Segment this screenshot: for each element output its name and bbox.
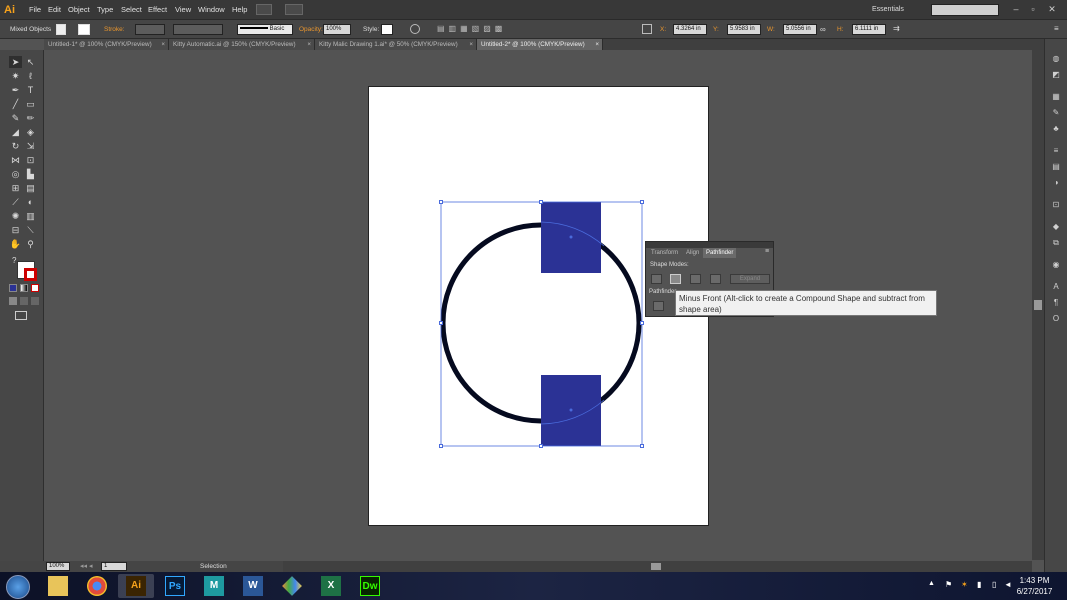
opentype-icon[interactable]: O	[1050, 314, 1062, 324]
swatches-icon[interactable]: ▦	[1050, 92, 1062, 102]
selection-handle-tc[interactable]	[539, 200, 543, 204]
taskbar-clock[interactable]: 1:43 PM 6/27/2017	[1012, 575, 1057, 597]
artboard-number-field[interactable]: 1	[101, 562, 127, 571]
tab-transform[interactable]: Transform	[648, 248, 681, 258]
clock-date: 6/27/2017	[1016, 587, 1053, 596]
unite-button[interactable]	[651, 274, 662, 284]
status-tool-label: Selection	[200, 563, 227, 570]
maya-taskbar-icon[interactable]: M	[196, 574, 232, 598]
illustrator-taskbar-icon[interactable]: Ai	[118, 574, 154, 598]
close-tab-icon[interactable]: ×	[595, 39, 599, 50]
symbols-icon[interactable]: ♣	[1050, 124, 1062, 134]
selection-handle-br[interactable]	[640, 444, 644, 448]
stroke-panel-icon[interactable]: ≡	[1050, 146, 1062, 156]
exclude-button[interactable]	[710, 274, 721, 284]
selection-handle-tl[interactable]	[439, 200, 443, 204]
selection-handle-ml[interactable]	[439, 321, 443, 325]
paragraph-icon[interactable]: ¶	[1050, 298, 1062, 308]
close-tab-icon[interactable]: ×	[307, 39, 311, 50]
vertical-scrollbar[interactable]	[1032, 50, 1044, 560]
network-icon[interactable]: ▯	[992, 580, 1002, 590]
top-rectangle-center-point	[569, 235, 573, 239]
selection-handle-mr[interactable]	[640, 321, 644, 325]
close-tab-icon[interactable]: ×	[161, 39, 165, 50]
tab-label: Kitty Malic Drawing 1.ai* @ 50% (CMYK/Pr…	[319, 41, 458, 48]
artboards-icon[interactable]: ⧉	[1050, 238, 1062, 248]
diamond-app-taskbar-icon[interactable]	[274, 574, 310, 598]
word-taskbar-icon[interactable]: W	[235, 574, 271, 598]
tab-kitty-automatic[interactable]: Kitty Automatic.ai @ 150% (CMYK/Preview)…	[169, 39, 315, 50]
character-icon[interactable]: A	[1050, 282, 1062, 292]
tab-label: Untitled-1* @ 100% (CMYK/Preview)	[48, 41, 152, 48]
action-center-flag-icon[interactable]: ⚑	[945, 580, 955, 590]
selection-handle-tr[interactable]	[640, 200, 644, 204]
explorer-taskbar-icon[interactable]	[40, 574, 76, 598]
minus-front-tooltip: Minus Front (Alt-click to create a Compo…	[675, 290, 937, 316]
dreamweaver-taskbar-icon[interactable]: Dw	[352, 574, 388, 598]
selection-handle-bc[interactable]	[539, 444, 543, 448]
color-guide-icon[interactable]: ◍	[1050, 54, 1062, 64]
close-tab-icon[interactable]: ×	[469, 39, 473, 50]
transparency-icon[interactable]: ◑	[1050, 178, 1062, 188]
tab-pathfinder[interactable]: Pathfinder	[703, 248, 737, 258]
divide-button[interactable]	[653, 301, 664, 311]
pathfinders-label: Pathfinder	[649, 289, 677, 295]
power-icon[interactable]: ▮	[977, 580, 987, 590]
tray-app-icon[interactable]: ✶	[961, 580, 971, 590]
status-bar: 100% ◂◂ ◂ 1 Selection	[0, 561, 283, 572]
photoshop-taskbar-icon[interactable]: Ps	[157, 574, 193, 598]
tab-untitled-1[interactable]: Untitled-1* @ 100% (CMYK/Preview) ×	[44, 39, 169, 50]
intersect-button[interactable]	[690, 274, 701, 284]
horizontal-scrollbar[interactable]	[283, 561, 1032, 572]
artboard-prev-icons[interactable]: ◂◂ ◂	[80, 561, 100, 572]
color-panel-icon[interactable]: ◩	[1050, 70, 1062, 80]
gradient-panel-icon[interactable]: ▤	[1050, 162, 1062, 172]
windows-taskbar: Ai Ps M W X Dw ▲ ⚑ ✶ ▮ ▯ ◄	[0, 572, 1067, 600]
panel-menu-icon[interactable]: ≡	[765, 248, 773, 258]
appearance-icon[interactable]: ⊡	[1050, 200, 1062, 210]
pathfinder-dock-icon[interactable]: ◉	[1050, 260, 1062, 270]
zoom-field[interactable]: 100%	[46, 562, 70, 571]
show-hidden-icons[interactable]: ▲	[928, 580, 936, 590]
chrome-taskbar-icon[interactable]	[79, 574, 115, 598]
bottom-rectangle-center-point	[569, 408, 573, 412]
shape-modes-label: Shape Modes:	[650, 262, 689, 268]
layers-icon[interactable]: ◆	[1050, 222, 1062, 232]
tab-align[interactable]: Align	[683, 248, 702, 258]
horizontal-scroll-thumb[interactable]	[651, 563, 661, 570]
expand-button[interactable]: Expand	[730, 274, 770, 284]
selection-handle-bl[interactable]	[439, 444, 443, 448]
excel-taskbar-icon[interactable]: X	[313, 574, 349, 598]
start-orb-icon[interactable]	[6, 575, 30, 599]
tab-label: Kitty Automatic.ai @ 150% (CMYK/Preview)	[173, 41, 296, 48]
clock-time: 1:43 PM	[1019, 576, 1050, 585]
right-panel-dock: ◍ ◩ ▦ ✎ ♣ ≡ ▤ ◑ ⊡ ◆ ⧉ ◉ A ¶ O	[1044, 39, 1067, 572]
tab-untitled-2[interactable]: Untitled-2* @ 100% (CMYK/Preview) ×	[477, 39, 603, 50]
document-tab-bar: Untitled-1* @ 100% (CMYK/Preview) × Kitt…	[44, 39, 1044, 50]
vertical-scroll-thumb[interactable]	[1034, 300, 1042, 310]
minus-front-button[interactable]	[670, 274, 681, 284]
tab-label: Untitled-2* @ 100% (CMYK/Preview)	[481, 41, 585, 48]
brushes-icon[interactable]: ✎	[1050, 108, 1062, 118]
tab-kitty-malic-drawing[interactable]: Kitty Malic Drawing 1.ai* @ 50% (CMYK/Pr…	[315, 39, 477, 50]
